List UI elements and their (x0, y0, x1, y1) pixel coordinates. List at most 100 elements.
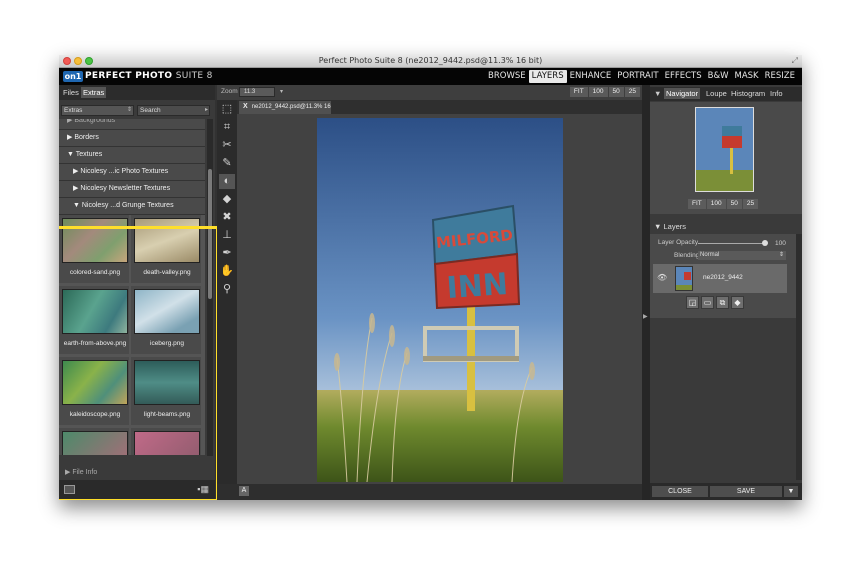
tab-enhance[interactable]: ENHANCE (567, 70, 615, 83)
document-tabs: Xne2012_9442.psd@11.3% 16 bit (237, 100, 642, 122)
tree-item-borders[interactable]: ▶ Borders (59, 130, 205, 147)
tab-info[interactable]: Info (768, 88, 785, 99)
zoom-select[interactable]: 11.3 ▾ (239, 87, 283, 97)
crop-icon[interactable]: ⌗ (219, 120, 235, 135)
visibility-eye-icon[interactable]: 👁 (657, 273, 667, 282)
search-clear-icon[interactable]: ▸ (205, 106, 208, 115)
photo-scene: MILFORD INN (317, 118, 563, 482)
chevron-right-icon: ▶ (643, 314, 648, 320)
title-bar: Perfect Photo Suite 8 (ne2012_9442.psd@1… (59, 55, 802, 68)
tab-files[interactable]: Files (61, 87, 81, 98)
retouch-icon[interactable]: ✖ (219, 210, 235, 225)
navigator-collapse-icon[interactable]: ▼ (652, 88, 663, 99)
nav-fit-button[interactable]: FIT (688, 199, 706, 209)
navigator-panel: FIT 100 50 25 (650, 102, 802, 214)
zoom-50-button[interactable]: 50 (608, 87, 624, 97)
right-scrollbar[interactable] (796, 234, 802, 480)
panel-collapse-handle[interactable]: ▶ (642, 85, 650, 500)
tree-item-textures[interactable]: ▼ Textures (59, 147, 205, 164)
magic-brush-icon[interactable]: ✒ (219, 246, 235, 261)
layer-opacity-label: Layer Opacity (658, 239, 699, 246)
zoom-icon[interactable]: ⚲ (219, 282, 235, 297)
tab-resize[interactable]: RESIZE (762, 70, 798, 83)
canvas-footer: A (217, 484, 642, 500)
close-button[interactable]: CLOSE (652, 486, 708, 497)
stamp-icon[interactable]: ⊥ (219, 228, 235, 243)
tab-effects[interactable]: EFFECTS (662, 70, 705, 83)
fullscreen-icon[interactable]: ⤢ (792, 56, 798, 66)
zoom-label: Zoom (221, 88, 238, 95)
tab-navigator[interactable]: Navigator (664, 88, 701, 99)
tree-item-backgrounds[interactable]: ▶ Backgrounds (59, 119, 205, 130)
mask-icon[interactable]: ◐ (219, 174, 235, 189)
eraser-icon[interactable]: ◆ (219, 192, 235, 207)
highlight-box (59, 226, 219, 500)
zoom-value: 11.3 (244, 89, 256, 95)
hand-icon[interactable]: ✋ (219, 264, 235, 279)
brand-logo-icon: on1 (63, 71, 83, 82)
extras-filter-value: Extras (64, 107, 83, 114)
tree-item-newsletter-textures[interactable]: ▶ Nicolesy Newsletter Textures (59, 181, 205, 198)
window-title: Perfect Photo Suite 8 (ne2012_9442.psd@1… (318, 56, 543, 65)
zoom-buttons: FIT 100 50 25 (569, 87, 640, 97)
zoom-100-button[interactable]: 100 (588, 87, 608, 97)
save-button[interactable]: SAVE (710, 486, 782, 497)
tab-layers[interactable]: LAYERS (528, 70, 567, 83)
extras-filter-select[interactable]: Extras ⇕ (61, 105, 134, 116)
before-after-button[interactable]: A (239, 486, 249, 496)
search-placeholder: Search (140, 107, 161, 114)
delete-layer-icon[interactable]: ◆ (731, 296, 744, 309)
tab-portrait[interactable]: PORTRAIT (614, 70, 661, 83)
brand-name: PERFECT PHOTO SUITE 8 (85, 71, 213, 81)
select-arrows-icon: ⇕ (126, 107, 132, 113)
brand-name-bold: PERFECT PHOTO (85, 71, 173, 81)
brand-name-light: SUITE 8 (175, 71, 213, 81)
chevron-down-icon: ▾ (279, 89, 283, 95)
layer-row[interactable]: 👁 ne2012_9442 (653, 264, 787, 293)
left-panel-tabs: Files Extras (59, 85, 215, 100)
tab-mask[interactable]: MASK (732, 70, 762, 83)
cut-icon[interactable]: ✂ (219, 138, 235, 153)
tool-strip: ⬚ ⌗ ✂ ✎ ◐ ◆ ✖ ⊥ ✒ ✋ ⚲ (217, 100, 237, 484)
tab-browse[interactable]: BROWSE (485, 70, 529, 83)
layer-opacity-value: 100 (775, 240, 786, 247)
layer-name: ne2012_9442 (703, 274, 743, 281)
tab-bw[interactable]: B&W (705, 70, 732, 83)
select-arrows-icon: ⇕ (778, 252, 784, 258)
zoom-bar: Zoom 11.3 ▾ FIT 100 50 25 (217, 85, 642, 100)
layer-opacity-slider[interactable] (698, 243, 764, 244)
transform-icon[interactable]: ⬚ (219, 102, 235, 117)
close-tab-icon[interactable]: X (243, 103, 248, 110)
nav-50-button[interactable]: 50 (726, 199, 742, 209)
layer-preview (676, 267, 692, 290)
layers-panel: Layer Opacity 100 Blending Normal ⇕ 👁 ne2… (650, 234, 796, 318)
search-input[interactable]: Search ▸ (137, 105, 210, 116)
nav-25-button[interactable]: 25 (742, 199, 759, 209)
document-tab[interactable]: Xne2012_9442.psd@11.3% 16 bit (239, 101, 331, 122)
blending-select[interactable]: Normal ⇕ (698, 251, 786, 260)
opacity-slider-handle[interactable] (762, 240, 768, 246)
zoom-fit-button[interactable]: FIT (569, 87, 588, 97)
canvas-area[interactable]: MILFORD INN (237, 114, 642, 484)
navigator-zoom-buttons: FIT 100 50 25 (688, 199, 759, 209)
navigator-thumbnail[interactable] (695, 107, 754, 192)
nav-100-button[interactable]: 100 (706, 199, 726, 209)
blending-label: Blending (674, 252, 700, 259)
merge-layer-icon[interactable]: ⧉ (716, 296, 729, 309)
tab-loupe[interactable]: Loupe (704, 88, 729, 99)
layer-thumbnail (675, 266, 693, 291)
app-window: Perfect Photo Suite 8 (ne2012_9442.psd@1… (59, 55, 802, 500)
tab-histogram[interactable]: Histogram (729, 88, 767, 99)
duplicate-layer-icon[interactable]: ▭ (701, 296, 714, 309)
zoom-25-button[interactable]: 25 (624, 87, 640, 97)
module-tabs: BROWSE LAYERS ENHANCE PORTRAIT EFFECTS B… (485, 70, 798, 83)
new-layer-icon[interactable]: ◲ (686, 296, 699, 309)
tree-item-photo-textures[interactable]: ▶ Nicolesy ...ic Photo Textures (59, 164, 205, 181)
tab-extras[interactable]: Extras (81, 87, 107, 98)
save-options-icon[interactable]: ▼ (784, 486, 798, 497)
tree-item-grunge-textures[interactable]: ▼ Nicolesy ...d Grunge Textures (59, 198, 205, 215)
right-panel: ▼ Navigator Loupe Histogram Info FIT 100… (650, 85, 802, 500)
navigator-preview (696, 108, 753, 191)
layers-header[interactable]: ▼ Layers (650, 220, 802, 234)
brush-icon[interactable]: ✎ (219, 156, 235, 171)
